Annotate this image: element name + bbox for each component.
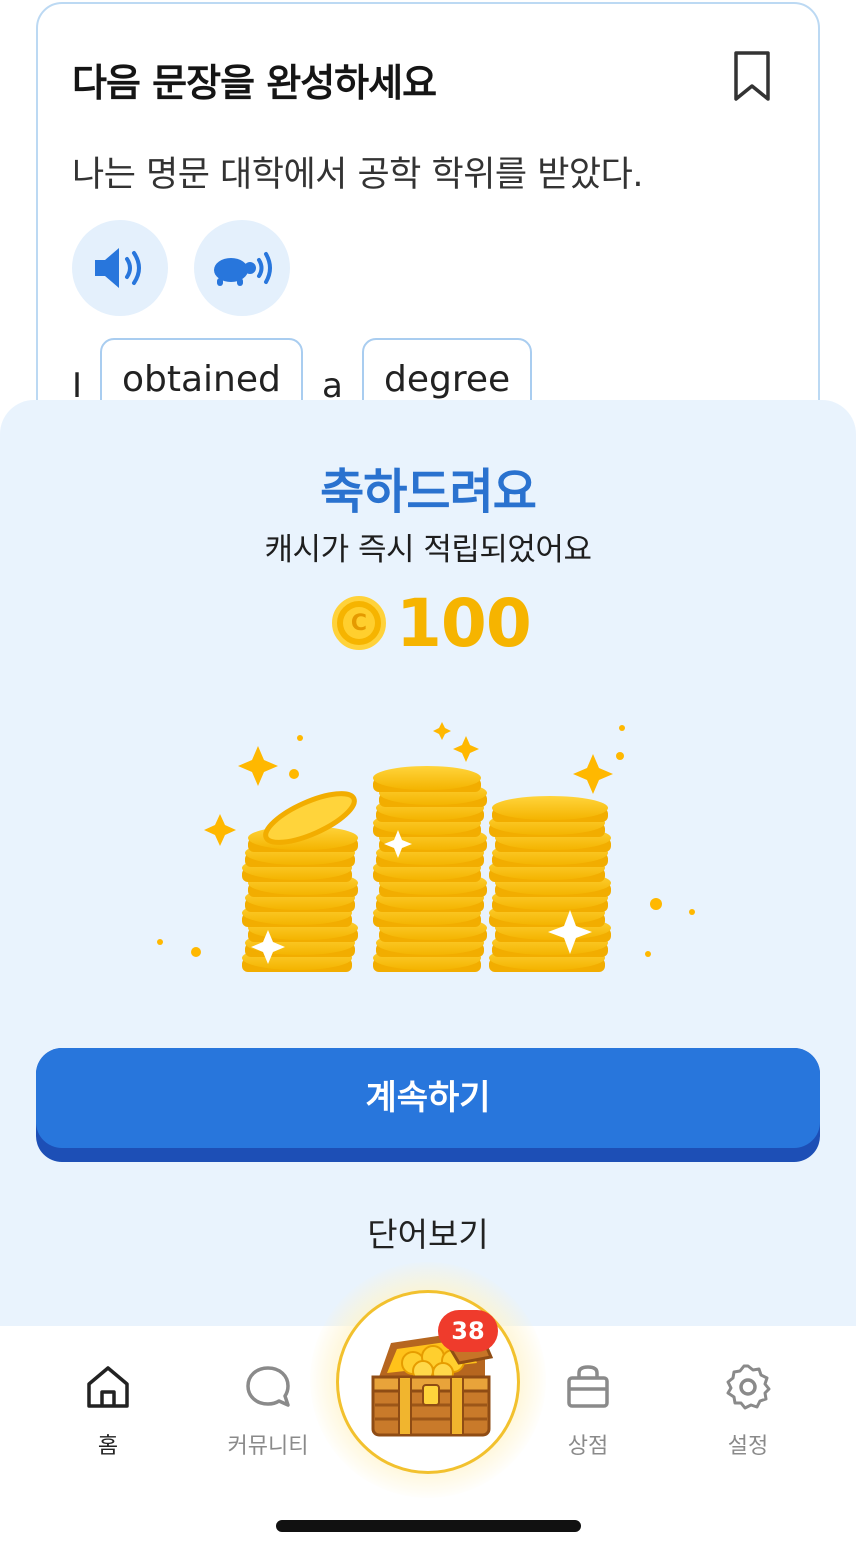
home-indicator — [276, 1520, 581, 1532]
tab-home[interactable]: 홈 — [38, 1356, 178, 1476]
reward-amount: 100 — [396, 584, 532, 662]
chat-bubble-icon — [246, 1366, 290, 1407]
shopping-bag-icon — [567, 1365, 609, 1408]
coin-stacks-illustration — [157, 722, 695, 972]
tab-home-label: 홈 — [97, 1434, 119, 1459]
tab-community-label: 커뮤니티 — [227, 1434, 309, 1459]
gear-icon — [726, 1364, 771, 1410]
speaker-icon — [95, 248, 141, 288]
play-slow-audio-button[interactable] — [194, 220, 290, 316]
korean-sentence: 나는 명문 대학에서 공학 학위를 받았다. — [72, 155, 643, 195]
reward-amount-row: C 100 — [332, 585, 532, 662]
coin-icon: C — [332, 596, 386, 650]
chest-count-badge: 38 — [438, 1310, 498, 1352]
play-audio-button[interactable] — [72, 220, 168, 316]
bookmark-icon[interactable] — [732, 50, 772, 102]
home-icon — [87, 1366, 129, 1408]
congrats-title: 축하드려요 — [320, 464, 537, 520]
view-words-link[interactable]: 단어보기 — [0, 1208, 856, 1256]
turtle-speaker-icon — [214, 252, 272, 286]
continue-button[interactable]: 계속하기 — [36, 1048, 820, 1162]
reward-subtitle: 캐시가 즉시 적립되었어요 — [264, 532, 592, 568]
screen: 다음 문장을 완성하세요 나는 명문 대학에서 공학 학위를 받았다. I ob… — [0, 0, 856, 1549]
tab-settings-label: 설정 — [727, 1434, 769, 1459]
tab-settings[interactable]: 설정 — [678, 1356, 818, 1476]
continue-button-label: 계속하기 — [36, 1048, 820, 1148]
tab-shop-label: 상점 — [567, 1434, 609, 1459]
question-title: 다음 문장을 완성하세요 — [72, 61, 437, 105]
